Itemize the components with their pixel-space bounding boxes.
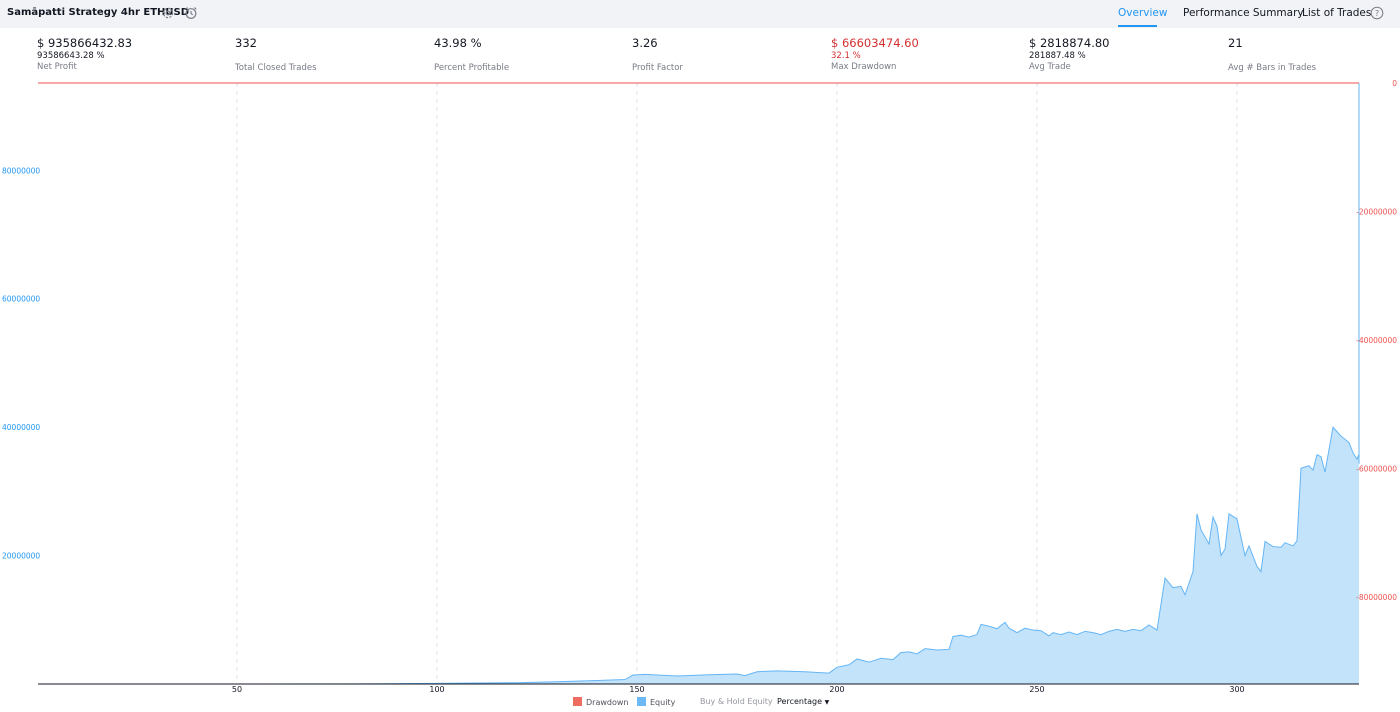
avg-trade-percent: 281887.48 % (1029, 51, 1086, 61)
x-tick-label: 50 (232, 685, 242, 694)
max-drawdown-percent: 32.1 % (831, 51, 861, 61)
closed-trades-label: Total Closed Trades (235, 63, 317, 73)
equity-chart[interactable]: 50 100 150 200 250 300 20000000 40000000 6000000… (0, 75, 1400, 695)
percent-profitable-value: 43.98 % (434, 36, 482, 50)
legend-equity[interactable]: Equity (637, 697, 675, 707)
stat-percent-profitable: 43.98 % Percent Profitable (434, 36, 509, 73)
avg-bars-label: Avg # Bars in Trades (1228, 63, 1317, 73)
max-drawdown-label: Max Drawdown (831, 62, 897, 72)
help-icon[interactable]: ? (1370, 6, 1384, 20)
max-drawdown-value: $ 66603474.60 (831, 36, 919, 50)
left-y-tick-label: 80000000 (2, 166, 40, 175)
net-profit-label: Net Profit (37, 62, 77, 72)
net-profit-value: $ 935866432.83 (37, 36, 133, 50)
stat-avg-trade: $ 2818874.80 281887.48 % Avg Trade (1029, 36, 1109, 72)
x-tick-label: 250 (1029, 685, 1044, 694)
stat-max-drawdown: $ 66603474.60 32.1 % Max Drawdown (831, 36, 919, 72)
x-tick-label: 150 (629, 685, 644, 694)
active-tab-indicator (1118, 25, 1157, 27)
left-y-tick-label: 60000000 (2, 295, 40, 304)
net-profit-percent: 93586643.28 % (37, 51, 105, 61)
svg-text:?: ? (1375, 9, 1379, 18)
right-y-tick-label: -80000000 (1356, 593, 1397, 602)
legend-buy-hold-equity[interactable]: Buy & Hold Equity (700, 697, 773, 706)
gear-icon[interactable] (161, 6, 175, 20)
stat-profit-factor: 3.26 Profit Factor (632, 36, 683, 73)
closed-trades-value: 332 (235, 36, 257, 50)
x-tick-label: 100 (429, 685, 444, 694)
avg-bars-value: 21 (1228, 36, 1243, 50)
right-y-tick-label: -20000000 (1356, 208, 1397, 217)
tab-performance-summary[interactable]: Performance Summary (1183, 7, 1304, 19)
top-bar: Samāpatti Strategy 4hr ETHUSD Overview P… (0, 0, 1400, 28)
legend-equity-label: Equity (650, 698, 676, 707)
tab-overview[interactable]: Overview (1118, 7, 1167, 19)
alarm-clock-icon[interactable] (184, 6, 198, 20)
chevron-down-icon: ▼ (824, 699, 830, 706)
equity-line (41, 83, 1360, 685)
avg-trade-value: $ 2818874.80 (1029, 36, 1110, 50)
percentage-dropdown[interactable]: Percentage ▼ (777, 697, 829, 706)
right-y-tick-label: -60000000 (1356, 465, 1397, 474)
x-tick-label: 200 (829, 685, 844, 694)
left-y-tick-label: 20000000 (2, 552, 40, 561)
stat-avg-bars-in-trades: 21 Avg # Bars in Trades (1228, 36, 1316, 73)
equity-area (41, 83, 1359, 684)
percent-profitable-label: Percent Profitable (434, 63, 510, 73)
right-y-tick-label: 0 (1392, 79, 1397, 88)
stat-net-profit: $ 935866432.83 93586643.28 % Net Profit (37, 36, 132, 72)
legend-drawdown-label: Drawdown (586, 698, 629, 707)
profit-factor-value: 3.26 (632, 36, 658, 50)
legend-drawdown[interactable]: Drawdown (573, 697, 628, 707)
drawdown-swatch (573, 697, 582, 706)
x-tick-label: 300 (1229, 685, 1244, 694)
left-y-tick-label: 40000000 (2, 423, 40, 432)
right-y-tick-label: -40000000 (1356, 336, 1397, 345)
equity-swatch (637, 697, 646, 706)
profit-factor-label: Profit Factor (632, 63, 683, 73)
avg-trade-label: Avg Trade (1029, 62, 1071, 72)
tab-list-of-trades[interactable]: List of Trades (1302, 7, 1371, 19)
percentage-dropdown-label: Percentage (777, 697, 823, 706)
stat-total-closed-trades: 332 Total Closed Trades (235, 36, 317, 73)
